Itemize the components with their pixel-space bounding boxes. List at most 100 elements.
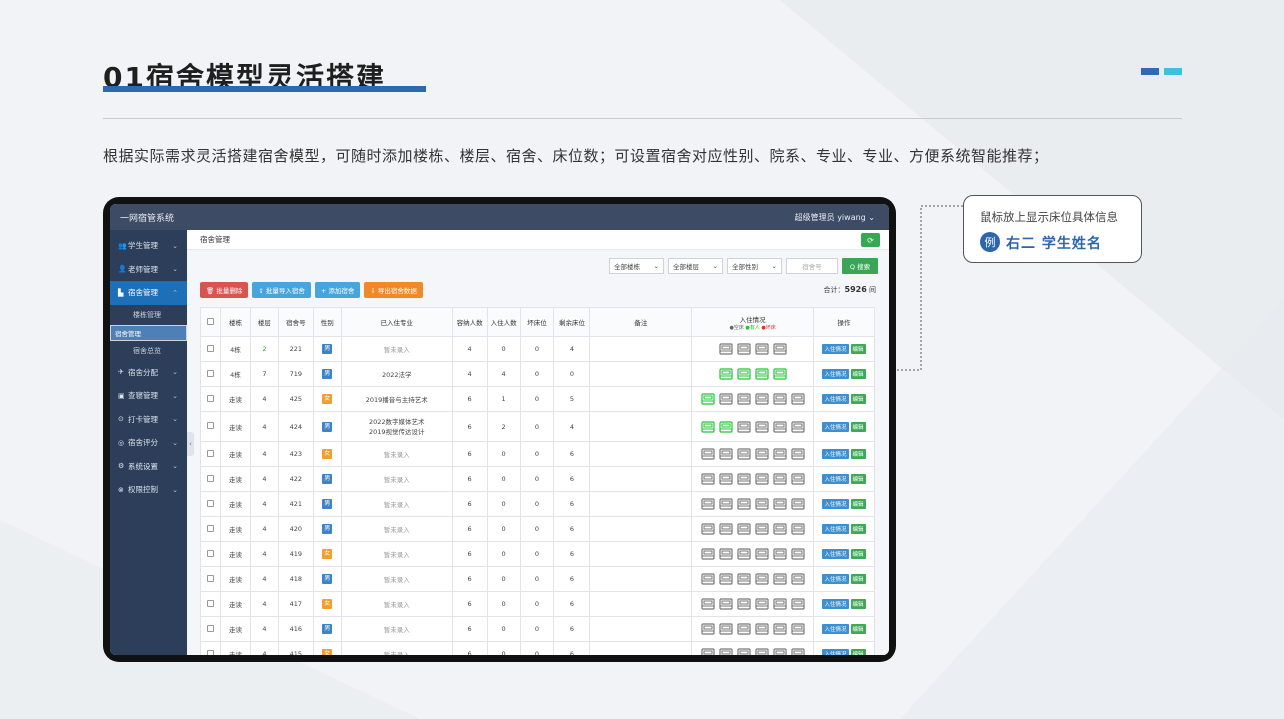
checkin-button[interactable]: 入住情况 [822,449,849,459]
edit-button[interactable]: 编辑 [850,524,866,534]
bed-empty-icon[interactable] [789,420,807,433]
row-select-cell[interactable] [200,566,221,592]
bed-empty-icon[interactable] [717,623,735,635]
bed-empty-icon[interactable] [771,648,789,655]
bed-empty-icon[interactable] [789,548,807,560]
row-checkbox[interactable] [206,344,214,352]
select-all-cell[interactable] [200,307,221,337]
row-checkbox[interactable] [206,649,214,655]
sidebar-item-5[interactable]: ⊙ 打卡管理 ⌄ [110,408,187,432]
edit-button[interactable]: 编辑 [850,369,866,379]
floor-select[interactable]: 全部楼层 ⌄ [668,258,723,274]
bed-empty-icon[interactable] [735,548,753,560]
edit-button[interactable]: 编辑 [850,394,866,404]
bed-empty-icon[interactable] [789,393,807,405]
batch-import-button[interactable]: ⇪ 批量导入宿舍 [252,282,311,298]
bed-empty-icon[interactable] [717,648,735,655]
bed-empty-icon[interactable] [717,548,735,560]
bed-empty-icon[interactable] [753,648,771,655]
edit-button[interactable]: 编辑 [850,474,866,484]
sidebar-subitem-2[interactable]: 宿舍总览 [110,341,187,361]
bed-empty-icon[interactable] [789,523,807,535]
checkin-button[interactable]: 入住情况 [822,369,849,379]
bed-empty-icon[interactable] [699,648,717,655]
sidebar-collapse-handle[interactable]: ‹ [187,432,194,456]
bed-empty-icon[interactable] [735,598,753,610]
bed-empty-icon[interactable] [771,623,789,635]
bed-occupied-icon[interactable] [771,368,789,380]
bed-empty-icon[interactable] [717,448,735,460]
bed-empty-icon[interactable] [735,420,753,433]
bed-empty-icon[interactable] [735,498,753,510]
sidebar-item-4[interactable]: ▣ 查寝管理 ⌄ [110,384,187,408]
row-checkbox[interactable] [206,369,214,377]
bed-empty-icon[interactable] [771,473,789,485]
bed-empty-icon[interactable] [735,573,753,585]
bed-empty-icon[interactable] [699,448,717,460]
search-button[interactable]: Q 搜索 [842,258,878,274]
bed-empty-icon[interactable] [717,573,735,585]
bed-empty-icon[interactable] [717,523,735,535]
row-checkbox[interactable] [206,574,214,582]
row-select-cell[interactable] [200,361,221,387]
edit-button[interactable]: 编辑 [850,549,866,559]
bed-empty-icon[interactable] [735,343,753,355]
bed-empty-icon[interactable] [699,498,717,510]
bed-occupied-icon[interactable] [753,368,771,380]
bed-empty-icon[interactable] [771,498,789,510]
bed-empty-icon[interactable] [753,598,771,610]
row-checkbox[interactable] [206,624,214,632]
row-checkbox[interactable] [206,449,214,457]
bed-empty-icon[interactable] [771,598,789,610]
sidebar-item-7[interactable]: ⚙ 系统设置 ⌄ [110,455,187,479]
add-room-button[interactable]: + 添加宿舍 [314,282,361,298]
refresh-button[interactable]: ⟳ [861,233,880,247]
bed-empty-icon[interactable] [789,623,807,635]
bed-empty-icon[interactable] [789,498,807,510]
bed-empty-icon[interactable] [735,523,753,535]
bed-empty-icon[interactable] [771,343,789,355]
bed-occupied-icon[interactable] [699,393,717,405]
bed-empty-icon[interactable] [771,420,789,433]
bed-empty-icon[interactable] [771,448,789,460]
edit-button[interactable]: 编辑 [850,344,866,354]
bed-empty-icon[interactable] [753,573,771,585]
row-checkbox[interactable] [206,499,214,507]
bed-occupied-icon[interactable] [717,368,735,380]
bed-empty-icon[interactable] [735,648,753,655]
sidebar-item-8[interactable]: ⊗ 权限控制 ⌄ [110,478,187,502]
bed-empty-icon[interactable] [699,548,717,560]
user-menu[interactable]: 超级管理员 yiwang ⌄ [795,212,875,223]
bed-occupied-icon[interactable] [717,420,735,433]
checkin-button[interactable]: 入住情况 [822,394,849,404]
row-checkbox[interactable] [206,474,214,482]
edit-button[interactable]: 编辑 [850,449,866,459]
checkin-button[interactable]: 入住情况 [822,624,849,634]
row-select-cell[interactable] [200,641,221,655]
row-select-cell[interactable] [200,616,221,642]
row-select-cell[interactable] [200,541,221,567]
row-select-cell[interactable] [200,386,221,412]
checkin-button[interactable]: 入住情况 [822,344,849,354]
bed-empty-icon[interactable] [753,343,771,355]
edit-button[interactable]: 编辑 [850,499,866,509]
bed-occupied-icon[interactable] [735,368,753,380]
select-all-checkbox[interactable] [206,317,214,325]
bed-empty-icon[interactable] [789,473,807,485]
edit-button[interactable]: 编辑 [850,649,866,655]
bed-empty-icon[interactable] [699,598,717,610]
bed-empty-icon[interactable] [753,498,771,510]
edit-button[interactable]: 编辑 [850,624,866,634]
checkin-button[interactable]: 入住情况 [822,499,849,509]
bed-empty-icon[interactable] [753,623,771,635]
bed-empty-icon[interactable] [789,648,807,655]
checkin-button[interactable]: 入住情况 [822,574,849,584]
bed-empty-icon[interactable] [735,448,753,460]
bed-empty-icon[interactable] [771,523,789,535]
row-checkbox[interactable] [206,422,214,429]
bed-empty-icon[interactable] [717,498,735,510]
row-select-cell[interactable] [200,516,221,542]
bed-empty-icon[interactable] [771,573,789,585]
sidebar-item-2[interactable]: ▙ 宿舍管理 ⌃ [110,281,187,305]
checkin-button[interactable]: 入住情况 [822,649,849,655]
